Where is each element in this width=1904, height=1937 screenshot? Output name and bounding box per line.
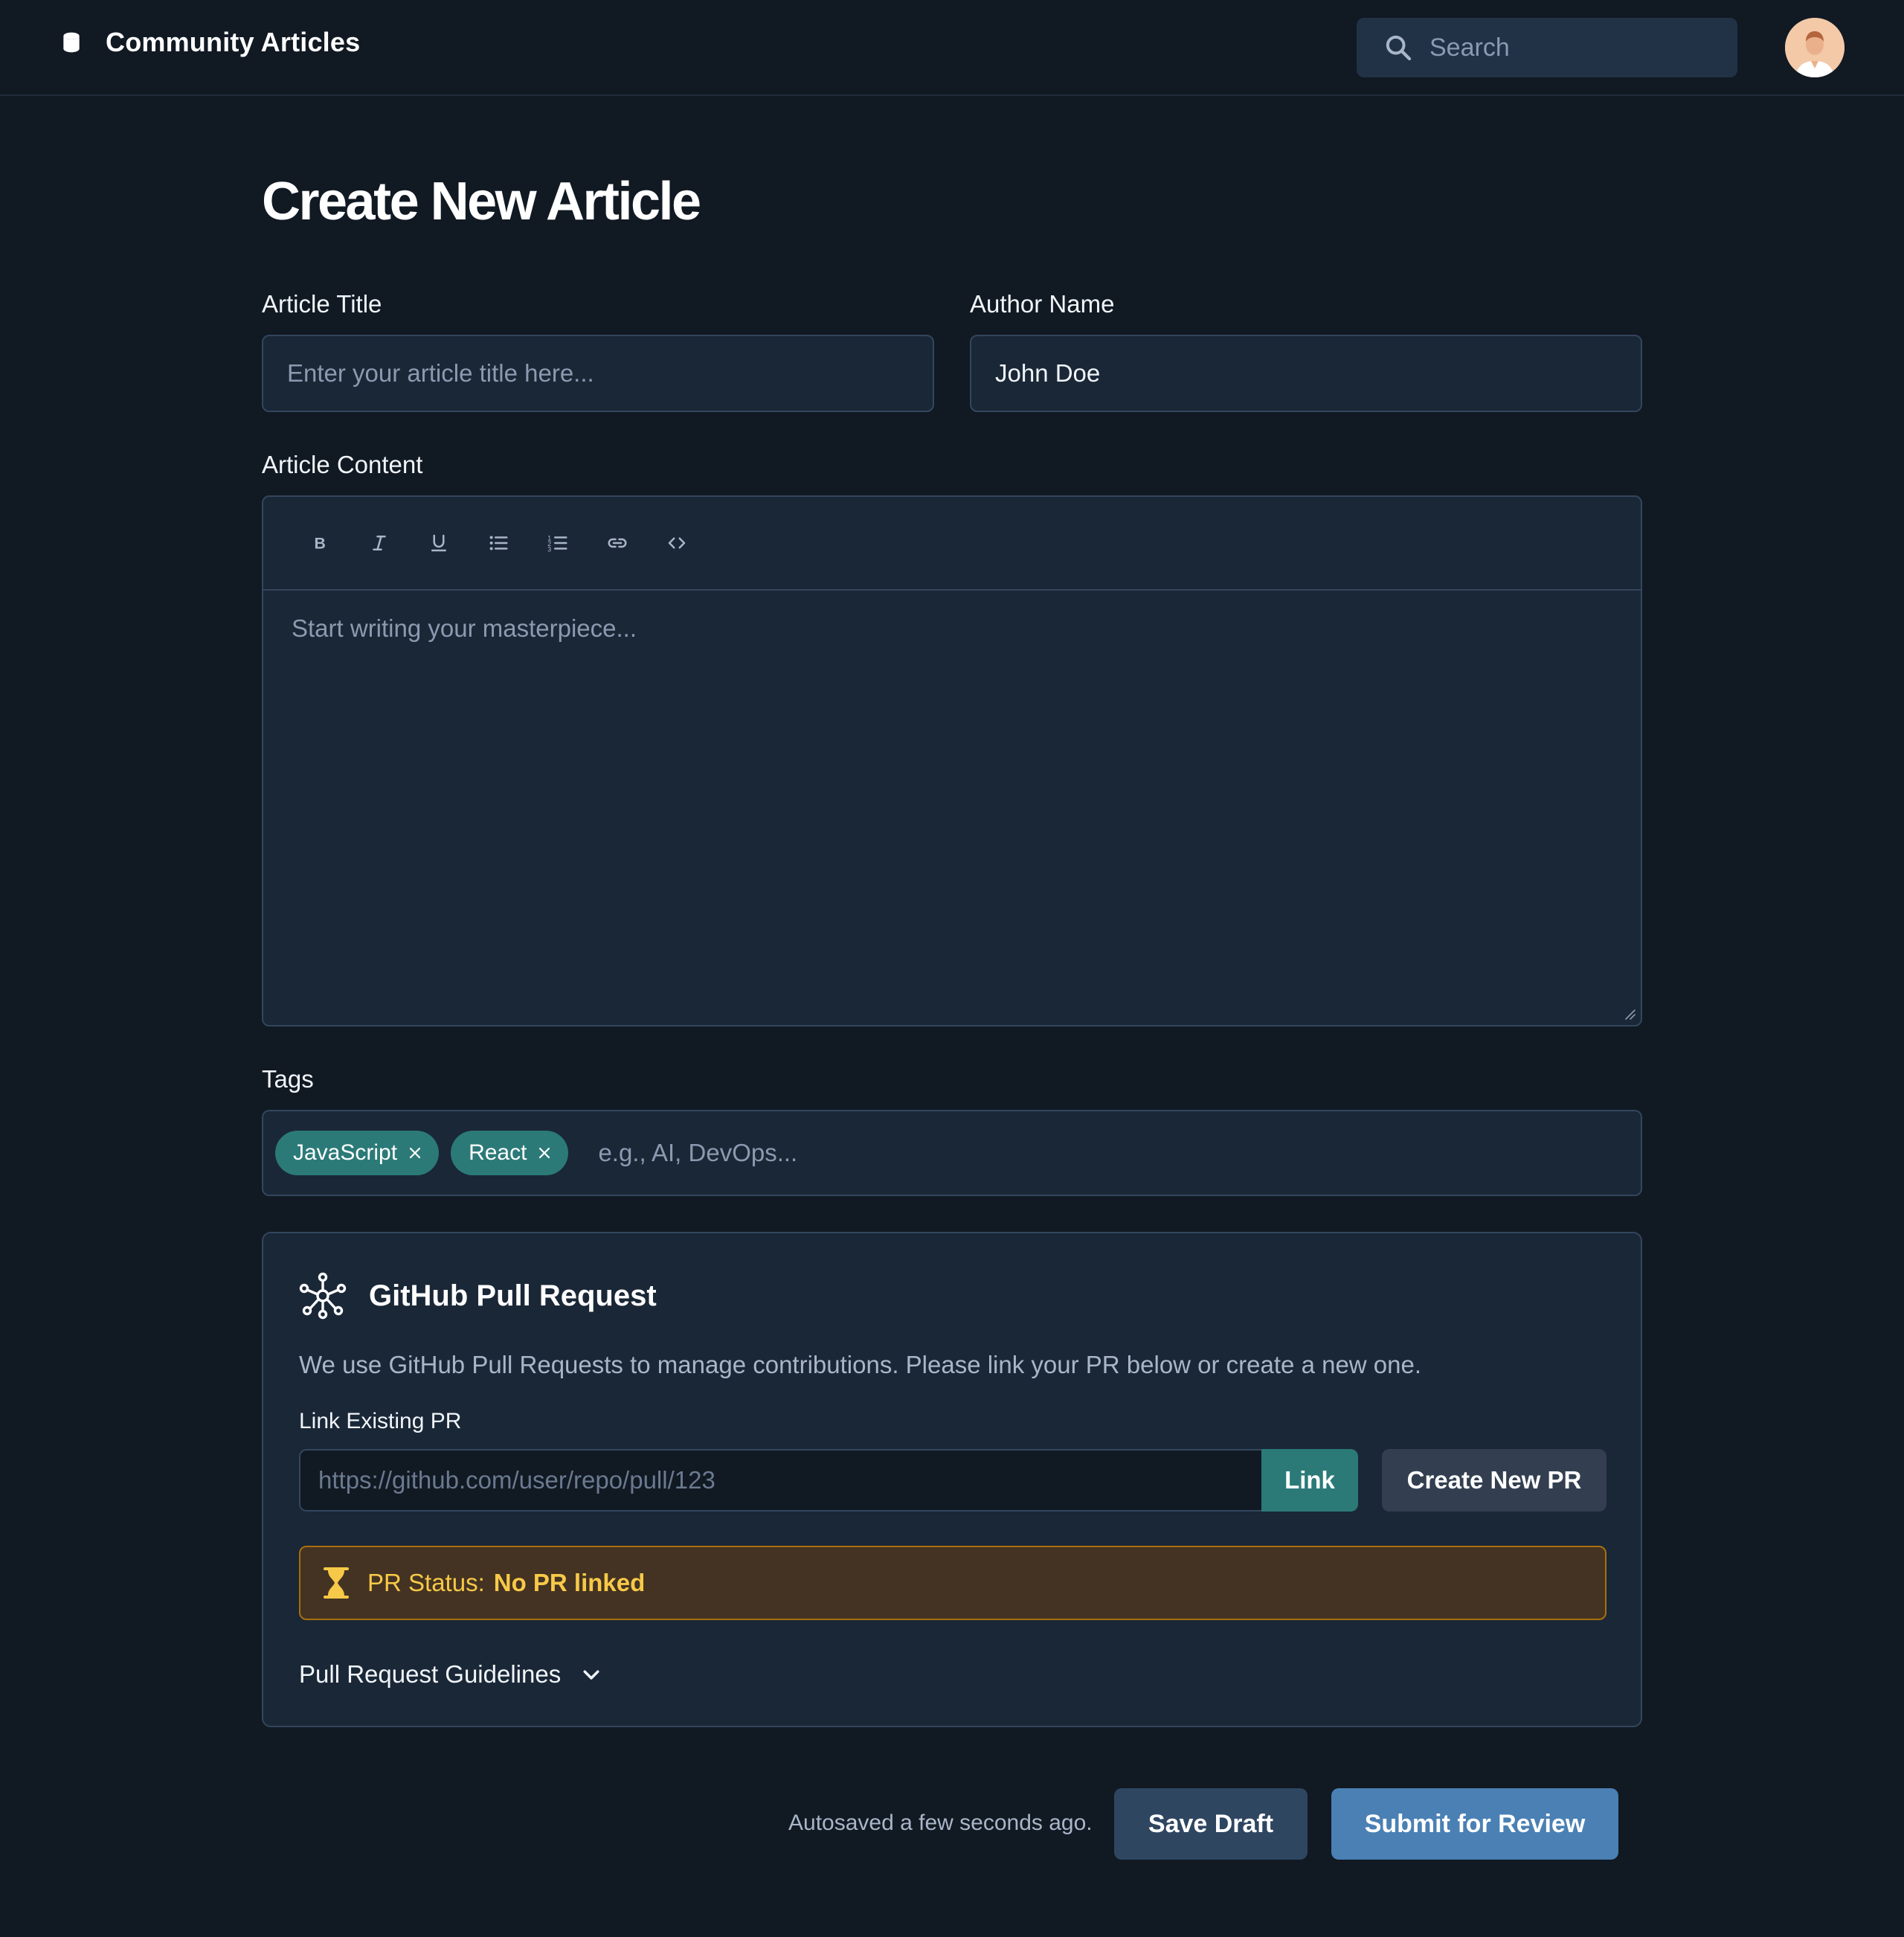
user-avatar[interactable]	[1785, 18, 1844, 77]
network-hub-icon	[299, 1272, 347, 1320]
search-box[interactable]	[1357, 18, 1737, 77]
pr-status-banner: PR Status: No PR linked	[299, 1546, 1606, 1620]
underline-button[interactable]	[409, 521, 469, 565]
submit-for-review-button[interactable]: Submit for Review	[1331, 1788, 1618, 1860]
article-title-label: Article Title	[262, 290, 382, 318]
bold-button[interactable]: B	[290, 521, 350, 565]
numbered-list-button[interactable]: 1 2 3	[528, 521, 588, 565]
pr-guidelines-label: Pull Request Guidelines	[299, 1660, 562, 1688]
author-name-label: Author Name	[970, 290, 1115, 318]
pr-guidelines-toggle[interactable]: Pull Request Guidelines	[299, 1660, 602, 1689]
code-icon	[668, 537, 686, 549]
pr-url-field[interactable]	[299, 1449, 1261, 1512]
create-new-pr-button[interactable]: Create New PR	[1382, 1449, 1606, 1512]
remove-tag-icon[interactable]	[537, 1146, 552, 1160]
pr-status-label: PR Status:	[367, 1569, 485, 1596]
underline-icon	[431, 534, 446, 552]
article-title-input[interactable]	[287, 359, 909, 388]
page-title: Create New Article	[262, 172, 701, 231]
italic-icon	[373, 536, 386, 550]
pr-url-input[interactable]	[318, 1466, 1244, 1494]
search-input[interactable]	[1429, 33, 1712, 62]
bold-icon: B	[315, 535, 326, 553]
tag-input[interactable]	[598, 1139, 1641, 1167]
author-name-field[interactable]	[970, 335, 1642, 412]
code-button[interactable]	[647, 521, 707, 565]
content-editor: B 1 2 3	[262, 495, 1642, 1027]
chevron-down-icon	[583, 1670, 599, 1680]
github-pr-header: GitHub Pull Request	[299, 1272, 657, 1320]
article-content-label: Article Content	[262, 451, 423, 478]
numbered-list-icon: 1 2 3	[547, 534, 567, 553]
resize-grip-icon[interactable]	[1623, 1007, 1636, 1021]
article-content-textarea[interactable]	[263, 592, 1641, 1027]
tag-label: React	[469, 1140, 527, 1165]
search-icon	[1386, 35, 1412, 61]
link-button[interactable]	[588, 521, 647, 565]
github-pr-panel: GitHub Pull Request We use GitHub Pull R…	[262, 1232, 1642, 1727]
github-pr-title: GitHub Pull Request	[369, 1279, 657, 1312]
github-pr-description: We use GitHub Pull Requests to manage co…	[299, 1351, 1422, 1378]
brand[interactable]: Community Articles	[60, 27, 360, 58]
remove-tag-icon[interactable]	[408, 1146, 422, 1160]
bulleted-list-button[interactable]	[469, 521, 528, 565]
avatar-image	[1785, 18, 1844, 77]
database-icon	[63, 32, 80, 53]
bulleted-list-icon	[489, 536, 508, 550]
link-pr-button[interactable]: Link	[1261, 1449, 1358, 1512]
autosave-status: Autosaved a few seconds ago.	[788, 1811, 1093, 1835]
hourglass-icon	[324, 1567, 349, 1599]
app-title: Community Articles	[106, 27, 361, 57]
top-navbar: Community Articles	[0, 0, 1904, 96]
pr-status-value: No PR linked	[493, 1569, 646, 1596]
tags-label: Tags	[262, 1065, 314, 1093]
author-name-input[interactable]	[995, 359, 1617, 388]
svg-text:B: B	[315, 535, 326, 553]
article-title-field[interactable]	[262, 335, 934, 412]
editor-toolbar: B 1 2 3	[263, 497, 1641, 591]
tags-field[interactable]: JavaScript React	[262, 1110, 1642, 1196]
italic-button[interactable]	[350, 521, 409, 565]
tag-chip[interactable]: JavaScript	[275, 1131, 440, 1175]
tag-label: JavaScript	[293, 1140, 398, 1165]
save-draft-button[interactable]: Save Draft	[1114, 1788, 1308, 1860]
link-icon	[608, 538, 627, 548]
svg-text:3: 3	[547, 545, 551, 553]
link-existing-pr-label: Link Existing PR	[299, 1409, 462, 1433]
tag-chip[interactable]: React	[451, 1131, 569, 1175]
